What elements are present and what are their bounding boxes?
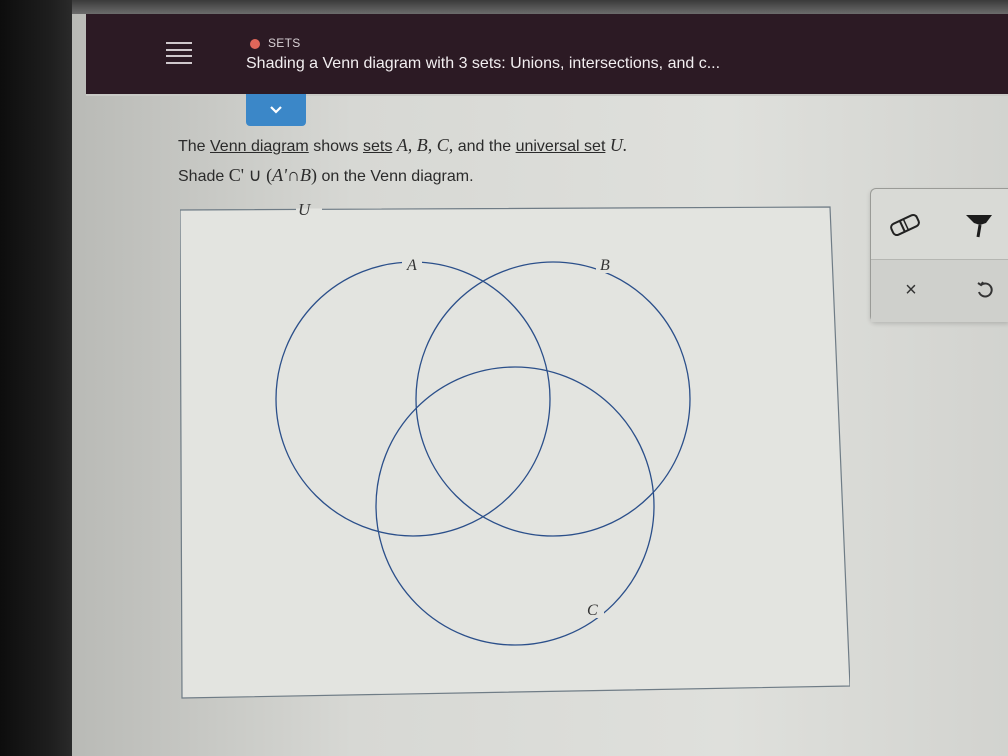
problem-statement: The Venn diagram shows sets A, B, C, and… [178,131,627,191]
text: shows [308,138,363,155]
set-variables: A, B, C, [396,135,454,155]
sets-link[interactable]: sets [363,138,392,155]
problem-line-1: The Venn diagram shows sets A, B, C, and… [178,131,627,161]
problem-line-2: Shade C' ∪ (A'∩B) on the Venn diagram. [178,161,627,191]
topic-label: SETS [268,36,301,50]
b-variable: B [300,165,311,185]
set-b-label: B [600,257,610,274]
page-title: Shading a Venn diagram with 3 sets: Unio… [246,55,721,72]
venn-svg[interactable]: U A B C [180,204,850,700]
union-open: ∪ ( [243,165,273,185]
set-a-label: A [406,257,417,274]
text: The [178,138,211,155]
monitor-top-edge [72,0,1008,14]
a-complement: A' [272,165,287,185]
universal-set-region[interactable] [180,206,850,699]
clear-button[interactable]: × [891,270,931,310]
top-header [86,14,1008,94]
universe-label: U [298,204,312,219]
shading-toolbox: × [870,188,1008,322]
venn-diagram-link[interactable]: Venn diagram [210,138,309,155]
intersection-symbol: ∩ [287,165,300,185]
toolbox-actions: × [871,259,1008,322]
c-complement: C' [228,165,244,185]
header-divider [86,94,1008,96]
collapse-button[interactable] [246,94,306,126]
text: and the [453,138,516,155]
text: Shade [178,168,229,185]
universal-variable: U. [609,135,628,155]
topic-status-dot [250,39,260,49]
undo-icon [977,281,993,298]
text: on the Venn diagram. [317,168,474,185]
monitor-bezel [0,0,72,756]
undo-button[interactable] [965,270,1005,310]
eraser-button[interactable] [885,205,925,245]
hamburger-menu-icon[interactable] [166,42,192,64]
eraser-icon [890,213,920,237]
fill-button[interactable] [959,205,999,245]
paint-icon [966,215,992,238]
universal-set-link[interactable]: universal set [516,138,606,155]
set-c-label: C [587,602,598,619]
chevron-down-icon [270,106,282,114]
venn-diagram[interactable]: U A B C [180,204,850,700]
